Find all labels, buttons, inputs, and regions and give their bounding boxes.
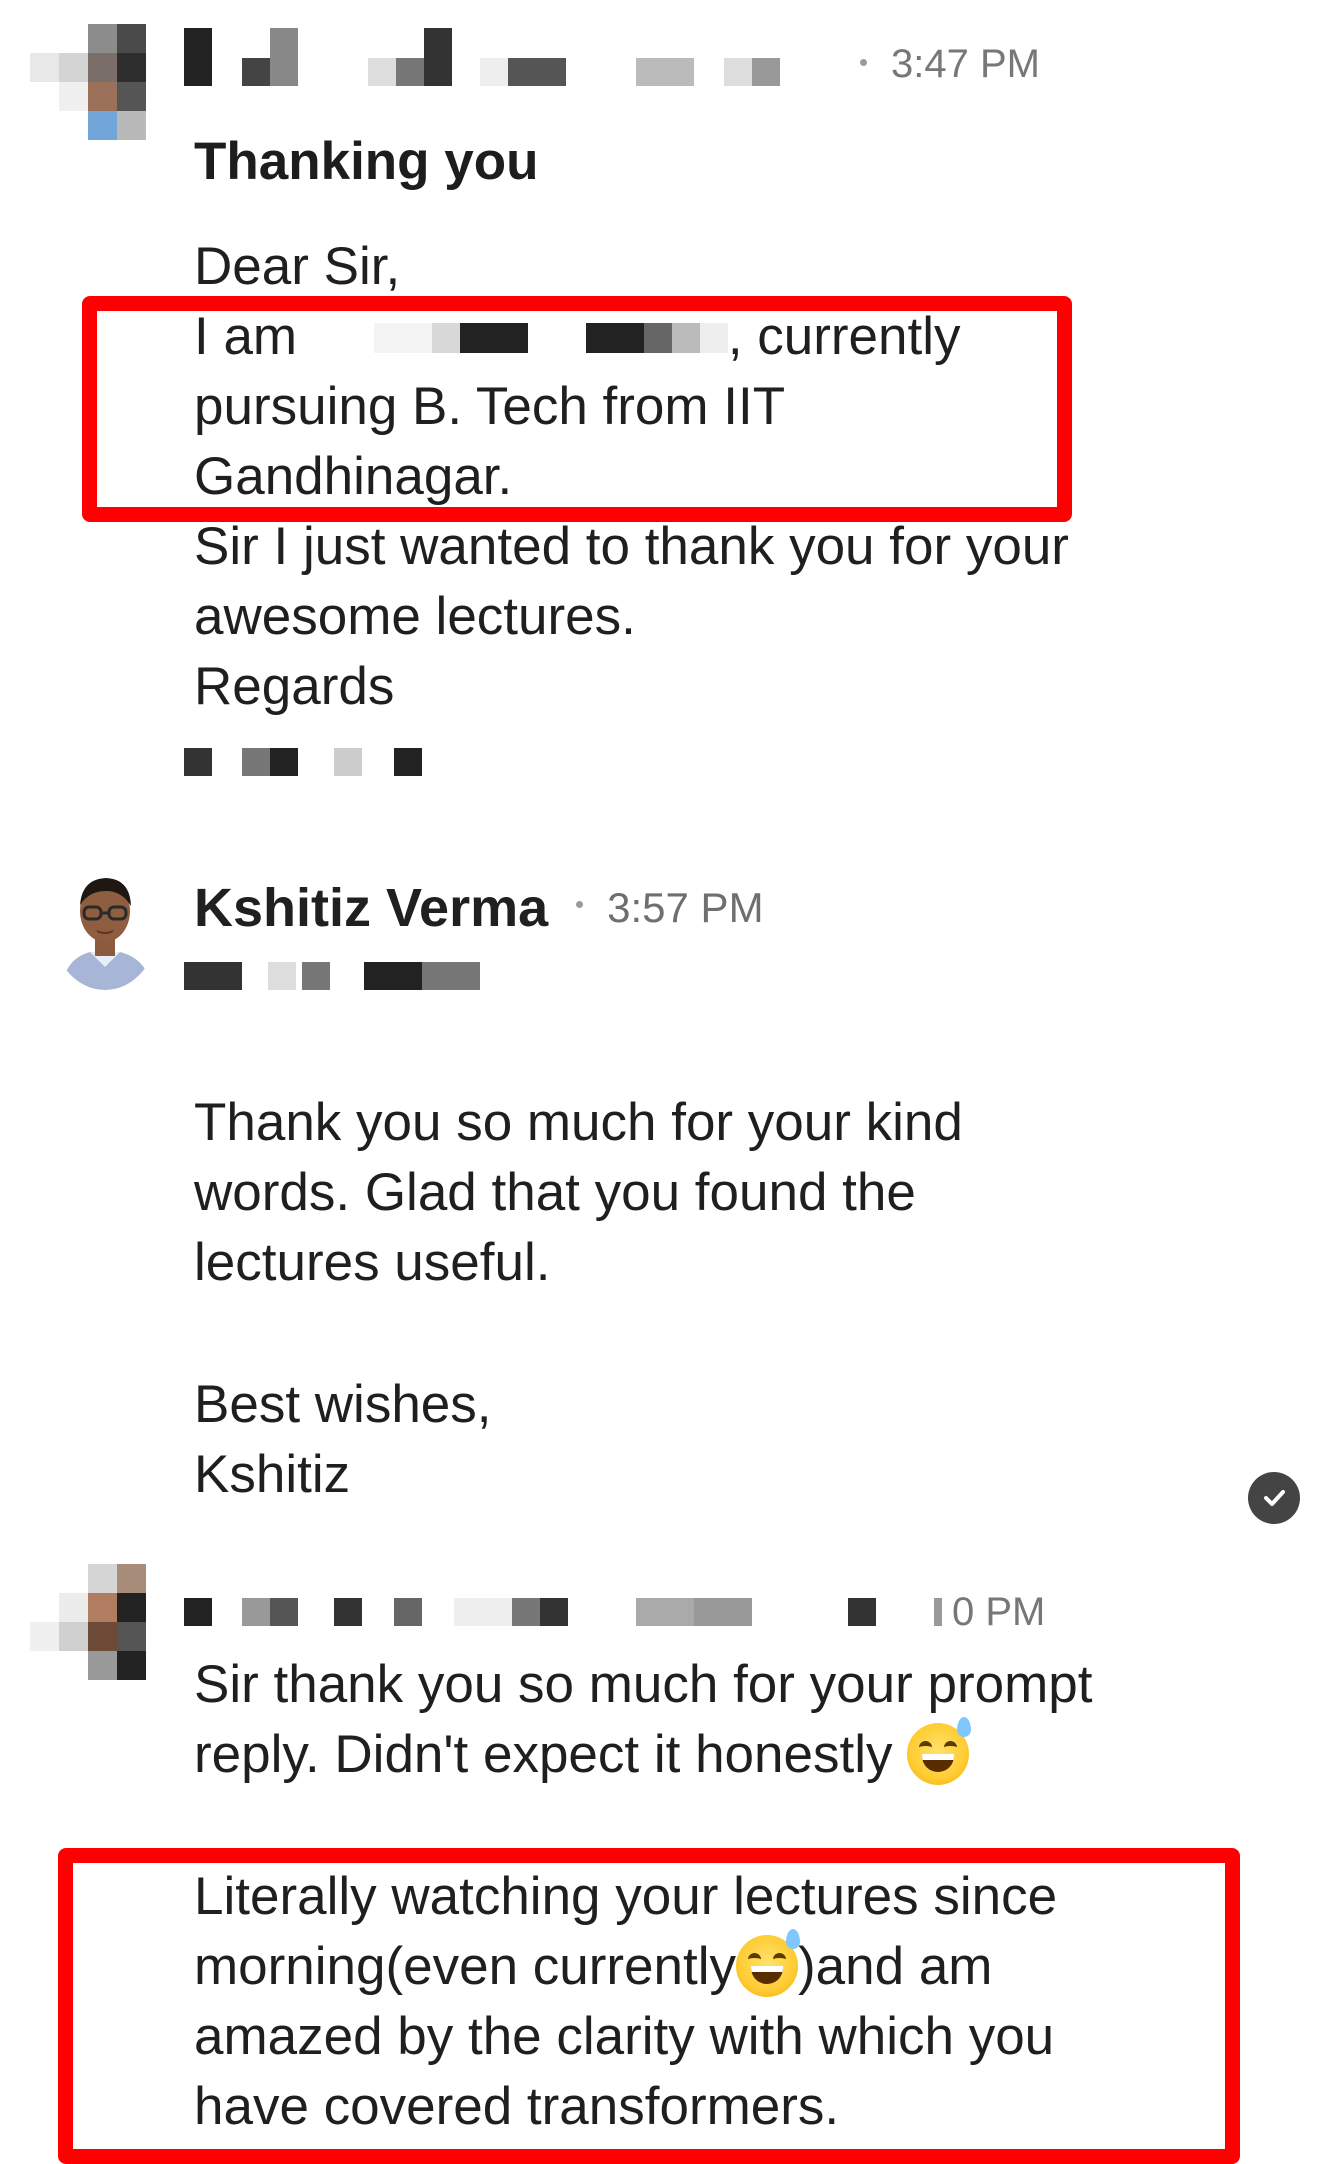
- grinning-face-with-sweat-emoji: [736, 1929, 801, 1997]
- sender-avatar-redacted[interactable]: [30, 24, 148, 142]
- sender-name-redacted: [184, 28, 794, 86]
- sender-name-redacted: [184, 1598, 944, 1626]
- message-2-header: Kshitiz Verma 3:57 PM: [194, 868, 764, 948]
- message-2-line: lectures useful.: [194, 1233, 551, 1292]
- redacted-name: [643, 323, 672, 353]
- message-3-line: reply. Didn't expect it honestly: [194, 1717, 972, 1790]
- highlighted-text: )and am: [798, 1937, 993, 1996]
- message-3-line: have covered transformers.: [194, 2077, 840, 2136]
- reply-text: reply. Didn't expect it honestly: [194, 1725, 893, 1784]
- email-thread: 3:47 PM Thanking you Dear Sir, I am , cu…: [0, 0, 1332, 2164]
- separator-dot: [576, 900, 584, 908]
- signature-redacted: [184, 748, 424, 776]
- redacted-name: [585, 323, 644, 353]
- message-3-line: amazed by the clarity with which you: [194, 2007, 1055, 2066]
- email-subject: Thanking you: [194, 132, 539, 191]
- message-3-timestamp: 0 PM: [952, 1590, 1046, 1634]
- message-3-line: morning(even currently )and am: [194, 1929, 993, 2002]
- sender-avatar-redacted[interactable]: [30, 1564, 148, 1682]
- separator-dot: [860, 58, 867, 66]
- message-3-line: Literally watching your lectures since: [194, 1867, 1058, 1926]
- intro-text: , currently: [727, 307, 961, 366]
- message-1-line: awesome lectures.: [194, 587, 636, 646]
- message-1-timestamp: 3:47 PM: [860, 44, 1040, 84]
- person-photo-icon: [62, 878, 152, 990]
- message-2-timestamp: 3:57 PM: [607, 884, 764, 931]
- redacted-name: [527, 323, 586, 353]
- message-3-line: Sir thank you so much for your prompt: [194, 1655, 1093, 1714]
- message-2-line: Kshitiz: [194, 1445, 351, 1504]
- message-1-line: Gandhinagar.: [194, 447, 513, 506]
- check-icon: [1264, 1490, 1285, 1506]
- message-2-line: Best wishes,: [194, 1375, 492, 1434]
- message-1-line: Regards: [194, 657, 395, 716]
- highlighted-text: morning(even currently: [194, 1937, 737, 1996]
- grinning-face-with-sweat-emoji: [907, 1717, 972, 1785]
- redacted-name: [671, 323, 700, 353]
- message-2-line: words. Glad that you found the: [194, 1163, 916, 1222]
- message-1-line: Sir I just wanted to thank you for your: [194, 517, 1069, 576]
- redacted-name: [373, 323, 432, 353]
- message-1-line: I am , currently: [194, 302, 961, 372]
- message-2-line: Thank you so much for your kind: [194, 1093, 963, 1152]
- intro-text: I am: [194, 307, 298, 366]
- message-1-line: pursuing B. Tech from IIT: [194, 377, 786, 436]
- recipient-redacted: [184, 962, 494, 990]
- sender-name[interactable]: Kshitiz Verma: [194, 877, 548, 939]
- check-circle-icon: [1248, 1472, 1300, 1524]
- redacted-name: [699, 323, 728, 353]
- redacted-name: [431, 323, 460, 353]
- redacted-name: [459, 323, 528, 353]
- message-1-line: Dear Sir,: [194, 237, 401, 296]
- kshitiz-avatar[interactable]: [52, 864, 158, 990]
